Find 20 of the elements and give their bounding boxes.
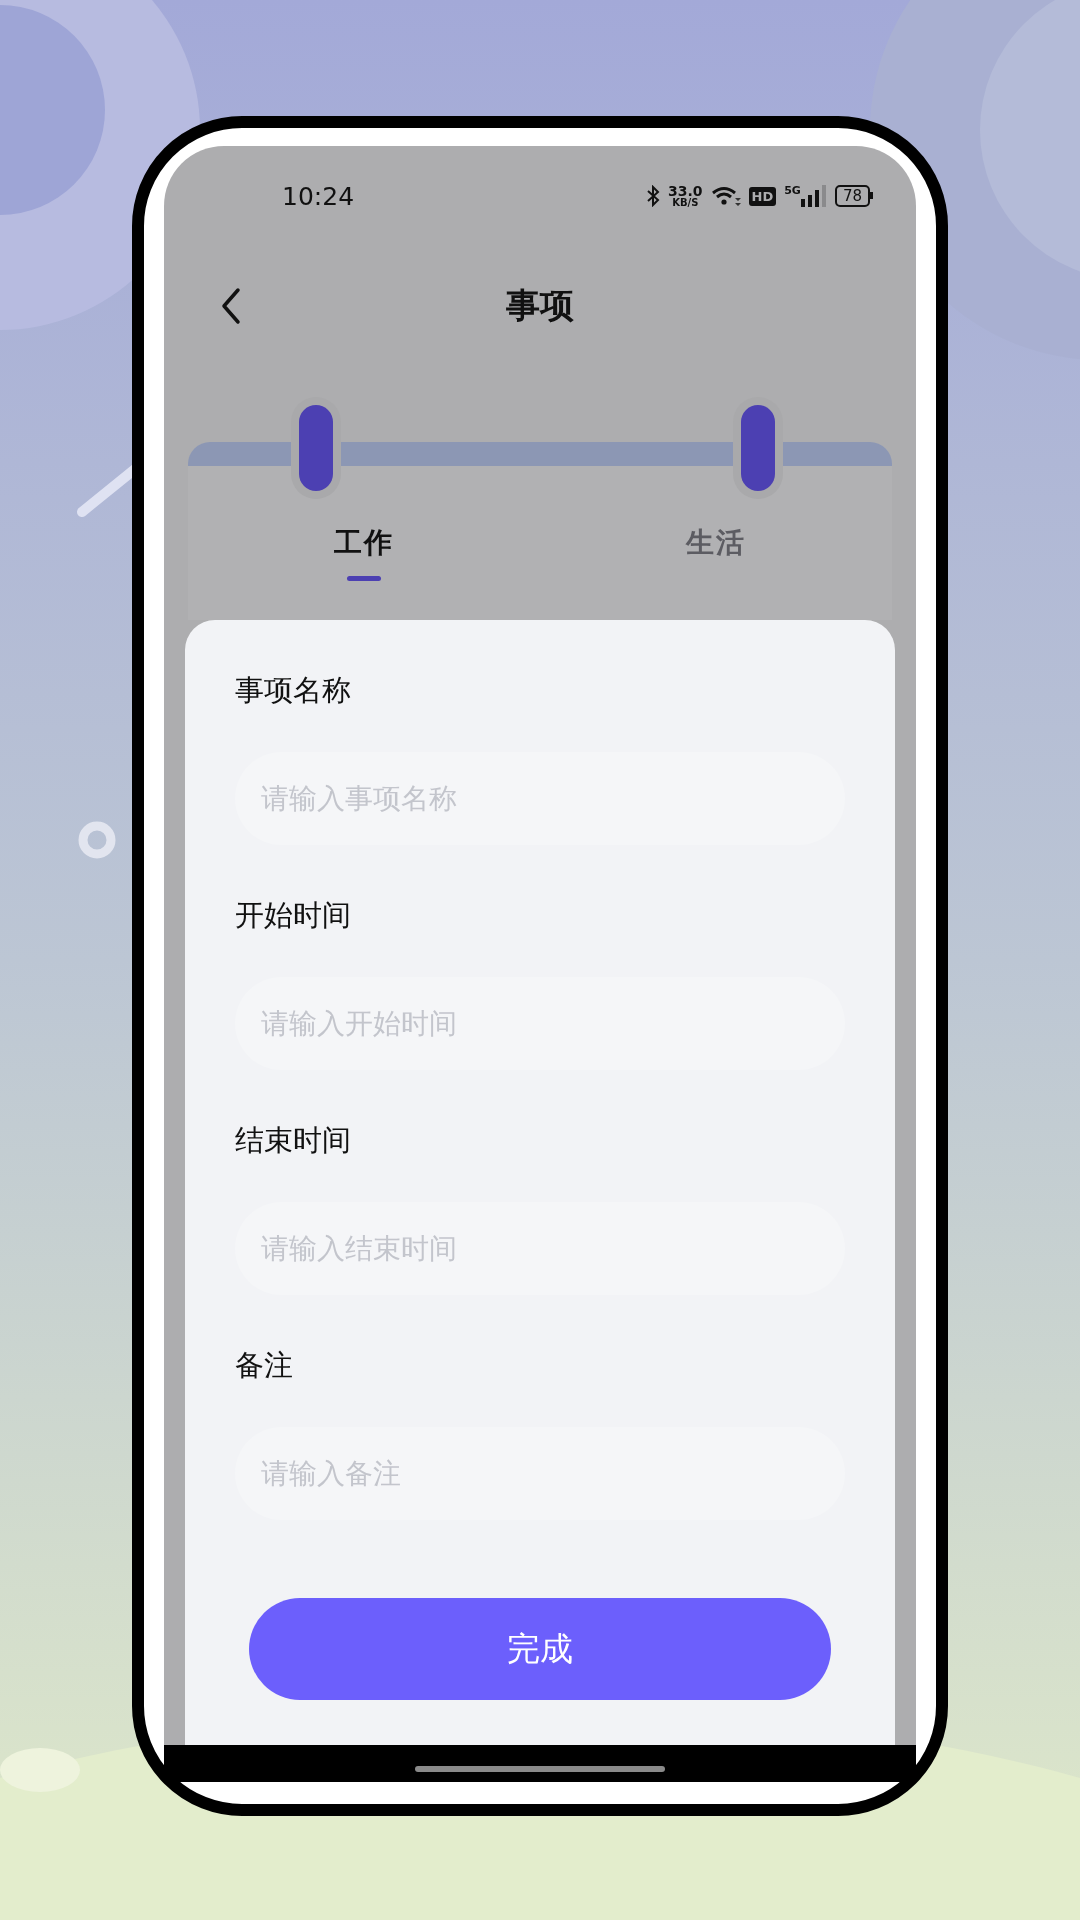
done-button[interactable]: 完成 <box>249 1598 831 1700</box>
speed-unit: KB/S <box>672 198 699 208</box>
wifi-icon <box>710 185 741 207</box>
network-type: 5G <box>784 185 801 196</box>
field-label: 备注 <box>235 1347 294 1383</box>
category-tab[interactable]: 生活 <box>686 524 746 562</box>
signal-icon <box>800 185 827 207</box>
back-icon[interactable] <box>220 287 242 325</box>
page-title: 事项 <box>506 284 574 327</box>
ring-decoration <box>78 821 116 859</box>
tab-indicator <box>347 576 381 581</box>
category-tab[interactable]: 工作 <box>334 524 394 562</box>
field-label: 事项名称 <box>235 672 352 708</box>
hd-badge: HD <box>748 186 777 206</box>
network-speed: 33.0 <box>668 184 703 198</box>
field-label: 结束时间 <box>235 1122 352 1158</box>
battery-icon: 78 <box>834 185 870 207</box>
field-label: 开始时间 <box>235 897 352 933</box>
bluetooth-icon <box>646 185 660 207</box>
status-time: 10:24 <box>282 181 355 211</box>
